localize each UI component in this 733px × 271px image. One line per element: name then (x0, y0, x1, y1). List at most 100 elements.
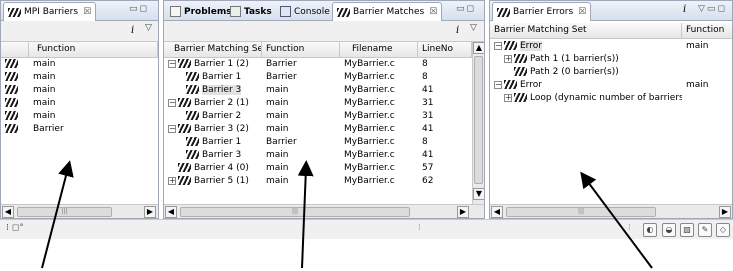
maximize-icon[interactable]: ◻ (717, 4, 726, 14)
barrier-errors-view: Barrier Errors ☒ i ▽▭◻ Barrier Matching … (489, 0, 733, 219)
expand-icon[interactable]: + (504, 54, 512, 63)
table-row[interactable]: main (1, 110, 158, 123)
column-header-lineno[interactable]: LineNo (418, 42, 472, 57)
mpi-icon (5, 72, 18, 81)
set-label: Barrier 5 (1) (194, 176, 249, 186)
barrier-matches-tree: − Barrier 1 (2) Barrier MyBarrier.c 8 Bar… (164, 58, 472, 188)
close-icon[interactable]: ☒ (429, 7, 437, 17)
tree-row[interactable]: + Loop (dynamic number of barriers) (490, 92, 732, 105)
tree-row[interactable]: − Error main (490, 40, 732, 53)
tree-row[interactable]: + Barrier 5 (1) main MyBarrier.c 62 (164, 175, 472, 188)
tree-row[interactable]: Barrier 3 main MyBarrier.c 41 (164, 149, 472, 162)
function-cell: main (33, 85, 56, 95)
tree-row[interactable]: − Barrier 1 (2) Barrier MyBarrier.c 8 (164, 58, 472, 71)
column-header-set[interactable]: Barrier Matching Set (164, 42, 262, 57)
collapse-icon[interactable]: − (168, 59, 176, 68)
close-icon[interactable]: ☒ (578, 7, 586, 17)
editor-icon[interactable]: ◒ (662, 223, 676, 237)
tree-row[interactable]: Barrier 1 Barrier MyBarrier.c 8 (164, 71, 472, 84)
function-cell: Barrier (33, 124, 64, 134)
tree-row[interactable]: Barrier 4 (0) main MyBarrier.c 57 (164, 162, 472, 175)
info-icon[interactable]: i (456, 25, 459, 36)
image-icon[interactable]: ▨ (680, 223, 694, 237)
minimize-icon[interactable]: ▭ (129, 4, 140, 14)
view-menu-icon[interactable]: ▽ (698, 4, 707, 14)
view-menu-icon[interactable]: ▽ (145, 23, 152, 33)
scroll-thumb[interactable]: ||| (180, 207, 410, 217)
scroll-up-icon[interactable]: ▲ (473, 42, 484, 54)
tree-row[interactable]: Path 2 (0 barrier(s)) (490, 66, 732, 79)
expand-icon[interactable]: + (504, 93, 512, 102)
tree-row[interactable]: + Path 1 (1 barrier(s)) (490, 53, 732, 66)
vertical-scrollbar[interactable]: ▲ ▼ (472, 42, 484, 204)
lineno-cell: 41 (422, 85, 434, 95)
filename-cell: MyBarrier.c (344, 72, 395, 82)
close-icon[interactable]: ☒ (83, 7, 91, 17)
scroll-down-icon[interactable]: ▼ (473, 188, 484, 200)
scroll-left-icon[interactable]: ◀ (2, 206, 14, 218)
scroll-right-icon[interactable]: ▶ (719, 206, 731, 218)
table-row[interactable]: main (1, 97, 158, 110)
fast-view-icon[interactable]: ⁞ ◻° (6, 223, 24, 233)
column-header-set[interactable]: Barrier Matching Set (490, 23, 682, 38)
scroll-right-icon[interactable]: ▶ (457, 206, 469, 218)
minimize-icon[interactable]: ▭ (707, 4, 718, 14)
function-cell: main (33, 111, 56, 121)
tab-barrier-errors[interactable]: Barrier Errors ☒ (492, 2, 592, 21)
table-header: Barrier Matching Set Function Filename L… (164, 42, 472, 58)
info-icon[interactable]: i (131, 25, 134, 36)
tab-mpi-barriers[interactable]: MPI Barriers ☒ (3, 2, 97, 21)
scroll-right-icon[interactable]: ▶ (144, 206, 156, 218)
expand-icon[interactable]: + (168, 176, 176, 185)
overflow-icon[interactable]: ◇ (716, 223, 730, 237)
table-row[interactable]: main (1, 58, 158, 71)
path-label: Path 1 (1 barrier(s)) (530, 54, 619, 64)
table-row[interactable]: Barrier (1, 123, 158, 136)
tree-row[interactable]: − Error main (490, 79, 732, 92)
mpi-icon (5, 59, 18, 68)
collapse-icon[interactable]: − (168, 124, 176, 133)
function-cell: main (266, 111, 289, 121)
horizontal-scrollbar[interactable]: ◀ ||| ▶ (490, 204, 732, 218)
scroll-thumb[interactable]: ||| (17, 207, 112, 217)
scroll-left-icon[interactable]: ◀ (165, 206, 177, 218)
tree-row[interactable]: Barrier 3 main MyBarrier.c 41 (164, 84, 472, 97)
tab-tasks[interactable]: Tasks (226, 2, 276, 21)
collapse-icon[interactable]: − (168, 98, 176, 107)
view-menu-icon[interactable]: ▽ (470, 23, 477, 33)
maximize-icon[interactable]: ◻ (140, 4, 149, 14)
error-label: Error (520, 80, 542, 90)
column-header-blank[interactable] (1, 42, 29, 57)
tab-bar: Barrier Errors ☒ i ▽▭◻ (490, 1, 732, 21)
table-row[interactable]: main (1, 71, 158, 84)
horizontal-scrollbar[interactable]: ◀ ||| ▶ (1, 204, 158, 218)
trim-stack-icon[interactable]: ◐ (643, 223, 657, 237)
column-header-function[interactable]: Function (262, 42, 340, 57)
table-row[interactable]: main (1, 84, 158, 97)
mpi-icon (186, 72, 199, 81)
tree-row[interactable]: − Barrier 2 (1) main MyBarrier.c 31 (164, 97, 472, 110)
info-icon[interactable]: i (683, 4, 686, 15)
tree-row[interactable]: Barrier 1 Barrier MyBarrier.c 8 (164, 136, 472, 149)
tree-row[interactable]: Barrier 2 main MyBarrier.c 31 (164, 110, 472, 123)
scroll-thumb[interactable]: ||| (506, 207, 656, 217)
collapse-icon[interactable]: − (494, 80, 502, 89)
set-label: Barrier 3 (2) (194, 124, 249, 134)
tab-console[interactable]: Console (276, 2, 334, 21)
column-header-function[interactable]: Function (29, 42, 158, 57)
horizontal-scrollbar[interactable]: ◀ ||| ▶ (164, 204, 484, 218)
filename-cell: MyBarrier.c (344, 124, 395, 134)
column-header-function[interactable]: Function (682, 23, 732, 38)
tool-icon[interactable]: ✎ (698, 223, 712, 237)
maximize-icon[interactable]: ◻ (467, 4, 476, 14)
window-controls: ▭◻ (129, 4, 149, 14)
tree-row[interactable]: − Barrier 3 (2) main MyBarrier.c 41 (164, 123, 472, 136)
column-header-filename[interactable]: Filename (340, 42, 418, 57)
collapse-icon[interactable]: − (494, 41, 502, 50)
minimize-icon[interactable]: ▭ (456, 4, 467, 14)
scroll-left-icon[interactable]: ◀ (491, 206, 503, 218)
mpi-icon (186, 111, 199, 120)
filename-cell: MyBarrier.c (344, 111, 395, 121)
tab-barrier-matches[interactable]: Barrier Matches ☒ (332, 2, 443, 21)
scroll-thumb[interactable] (474, 56, 483, 184)
